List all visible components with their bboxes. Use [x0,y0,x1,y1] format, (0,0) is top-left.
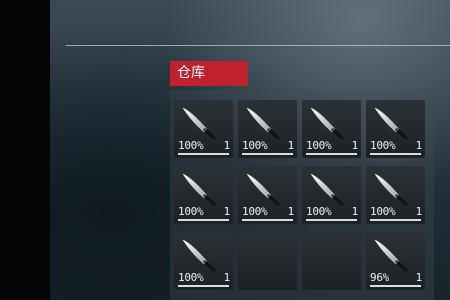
durability-label: 100% [242,205,268,218]
knife-icon [374,239,408,272]
durability-label: 100% [242,139,268,152]
slot-underline [306,153,357,155]
inventory-title-tab[interactable]: 仓库 [170,61,248,86]
durability-label: 100% [178,139,204,152]
slot-info: 100% 1 [370,205,422,218]
inventory-slot[interactable]: 100% 1 [174,166,233,224]
inventory-slot[interactable]: 100% 1 [366,100,425,158]
knife-icon [374,173,408,206]
durability-label: 100% [178,271,204,284]
item-count-label: 1 [287,205,295,218]
slot-info: 100% 1 [178,271,230,284]
inventory-slot[interactable]: 100% 1 [302,100,361,158]
slot-info: 100% 1 [306,205,358,218]
inventory-slot-empty[interactable] [238,232,297,290]
knife-icon [310,173,344,206]
item-count-label: 1 [351,139,359,152]
left-black-bar [0,0,50,300]
knife-icon [182,173,216,206]
inventory-slot-empty[interactable] [302,232,361,290]
knife-icon [182,239,216,272]
slot-info: 100% 1 [178,205,230,218]
knife-icon [310,107,344,140]
knife-icon [374,107,408,140]
item-count-label: 1 [223,205,231,218]
item-count-label: 1 [223,139,231,152]
knife-icon [246,107,280,140]
inventory-slot[interactable]: 100% 1 [238,100,297,158]
slot-underline [178,285,229,287]
header-divider-line [66,45,450,46]
inventory-slot[interactable]: 100% 1 [302,166,361,224]
inventory-slot[interactable]: 100% 1 [174,232,233,290]
durability-label: 96% [370,271,389,284]
slot-info: 100% 1 [370,139,422,152]
slot-underline [370,219,421,221]
slot-underline [370,153,421,155]
durability-label: 100% [178,205,204,218]
slot-underline [370,285,421,287]
slot-underline [242,219,293,221]
slot-underline [178,219,229,221]
durability-label: 100% [370,139,396,152]
item-count-label: 1 [351,205,359,218]
slot-info: 100% 1 [242,139,294,152]
durability-label: 100% [370,205,396,218]
inventory-slot[interactable]: 100% 1 [174,100,233,158]
item-count-label: 1 [415,139,423,152]
item-count-label: 1 [287,139,295,152]
inventory-slot[interactable]: 100% 1 [366,166,425,224]
durability-label: 100% [306,139,332,152]
item-count-label: 1 [415,205,423,218]
slot-underline [178,153,229,155]
knife-icon [246,173,280,206]
slot-underline [242,153,293,155]
knife-icon [182,107,216,140]
slot-info: 100% 1 [306,139,358,152]
slot-info: 96% 1 [370,271,422,284]
inventory-title: 仓库 [177,65,205,81]
durability-label: 100% [306,205,332,218]
item-count-label: 1 [223,271,231,284]
inventory-slot[interactable]: 100% 1 [238,166,297,224]
item-count-label: 1 [415,271,423,284]
slot-underline [306,219,357,221]
slot-info: 100% 1 [242,205,294,218]
slot-info: 100% 1 [178,139,230,152]
inventory-slot[interactable]: 96% 1 [366,232,425,290]
